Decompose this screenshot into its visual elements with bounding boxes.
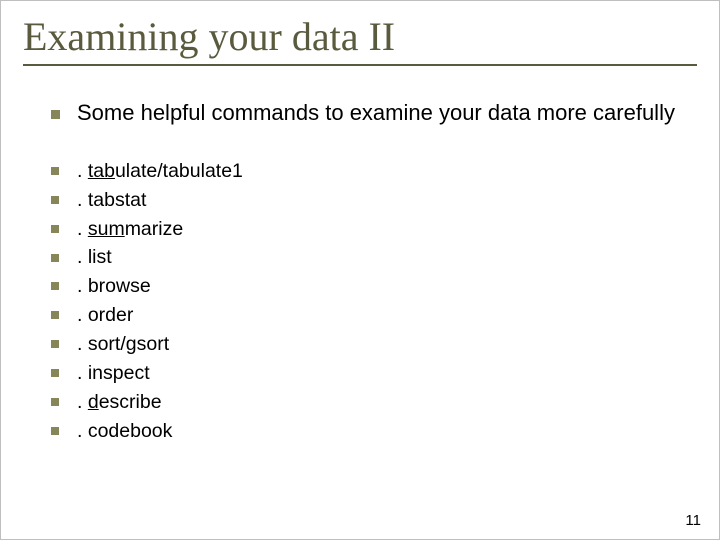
command-item: . browse [51, 272, 697, 301]
command-pre: . [77, 391, 88, 413]
command-underline: d [88, 391, 99, 413]
command-pre: . order [77, 304, 133, 326]
command-post: marize [125, 218, 184, 240]
command-item: . tabulate/tabulate1 [51, 157, 697, 186]
command-post: ulate/tabulate1 [115, 160, 243, 182]
command-pre: . [77, 218, 88, 240]
command-list: . tabulate/tabulate1. tabstat. summarize… [23, 157, 697, 446]
command-pre: . tabstat [77, 189, 146, 211]
command-item: . describe [51, 388, 697, 417]
command-pre: . browse [77, 275, 151, 297]
command-pre: . inspect [77, 362, 150, 384]
command-pre: . codebook [77, 420, 172, 442]
command-item: . summarize [51, 215, 697, 244]
command-item: . codebook [51, 417, 697, 446]
command-underline: tab [88, 160, 115, 182]
command-post: escribe [99, 391, 162, 413]
command-item: . order [51, 301, 697, 330]
bullet-list: Some helpful commands to examine your da… [23, 100, 697, 127]
command-item: . tabstat [51, 186, 697, 215]
command-pre: . list [77, 246, 112, 268]
intro-bullet: Some helpful commands to examine your da… [51, 100, 697, 127]
command-item: . list [51, 243, 697, 272]
slide-title: Examining your data II [23, 13, 697, 60]
title-rule [23, 64, 697, 66]
command-item: . sort/gsort [51, 330, 697, 359]
command-item: . inspect [51, 359, 697, 388]
command-underline: sum [88, 218, 125, 240]
command-pre: . sort/gsort [77, 333, 169, 355]
page-number: 11 [685, 512, 701, 529]
command-pre: . [77, 160, 88, 182]
slide: Examining your data II Some helpful comm… [0, 0, 720, 540]
